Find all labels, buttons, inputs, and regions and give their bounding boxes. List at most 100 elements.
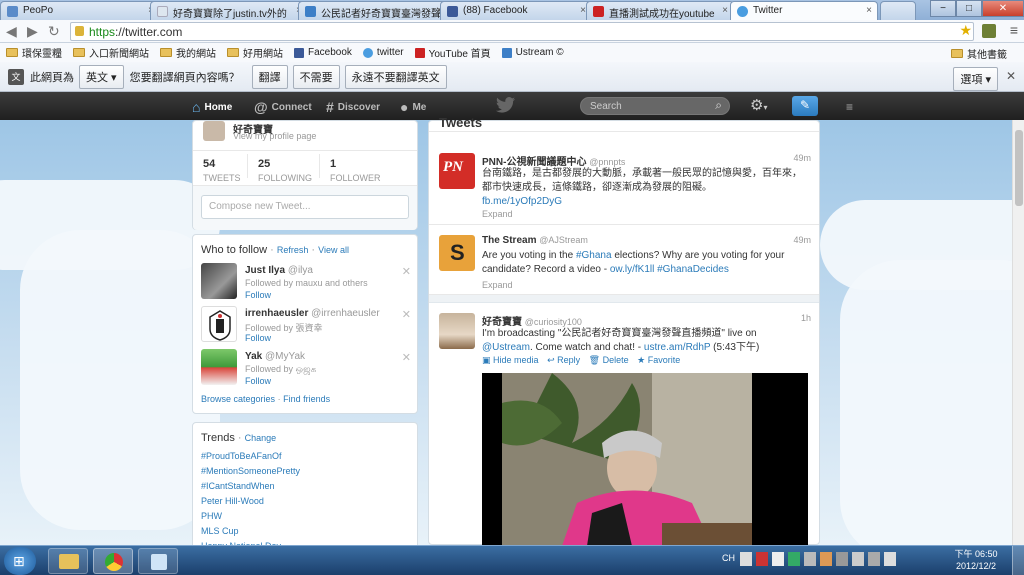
search-input[interactable]: Search ⌕ — [580, 97, 730, 115]
avatar[interactable] — [203, 121, 225, 141]
trend-item[interactable]: #ICantStandWhen — [201, 481, 275, 491]
gear-icon[interactable]: ⚙▾ — [750, 96, 767, 114]
tray-app-icon[interactable] — [756, 552, 768, 566]
media-video[interactable] — [482, 373, 808, 546]
translate-options-button[interactable]: 選項 ▾ — [953, 67, 998, 91]
favorite-button[interactable]: ★ Favorite — [637, 355, 680, 365]
tweet-time[interactable]: 49m — [793, 153, 811, 163]
forward-arrow-icon[interactable]: ▶ — [27, 23, 38, 40]
compose-tweet-input[interactable]: Compose new Tweet... — [201, 195, 409, 219]
compose-tweet-button[interactable]: ✎ — [792, 96, 818, 116]
tweet-item[interactable]: PN PNN-公視新聞議題中心 @pnnpts 49m 台南鐵路，是古都發展的大… — [429, 143, 819, 225]
avatar[interactable]: PN — [439, 153, 475, 189]
user-name[interactable]: Yak @MyYak — [245, 351, 305, 362]
trend-item[interactable]: #ProudToBeAFanOf — [201, 451, 282, 461]
view-all-link[interactable]: View all — [318, 245, 349, 255]
reload-icon[interactable]: ↻ — [48, 23, 60, 40]
bookmark-folder[interactable]: 環保靈糧 — [6, 45, 62, 60]
trend-item[interactable]: Peter Hill-Wood — [201, 496, 264, 506]
volume-icon[interactable] — [884, 552, 896, 566]
stat-followers[interactable]: 1 FOLLOWER — [330, 158, 381, 183]
language-select[interactable]: 英文 ▾ — [79, 64, 124, 89]
tweet-author[interactable]: PNN-公視新聞議題中心 @pnnpts — [482, 153, 625, 168]
extension-icon[interactable] — [982, 24, 996, 38]
maximize-button[interactable]: □ — [956, 0, 982, 17]
twitter-bird-icon[interactable] — [496, 96, 516, 114]
trend-item[interactable]: #MentionSomeonePretty — [201, 466, 300, 476]
tab-peopo[interactable]: PeoPo × — [0, 1, 160, 20]
tweet-time[interactable]: 49m — [793, 235, 811, 245]
start-button[interactable]: ⊞ — [4, 547, 36, 575]
tab-twitter[interactable]: Twitter × — [730, 1, 878, 20]
tray-app-icon[interactable] — [772, 552, 784, 566]
follow-link[interactable]: Follow — [245, 376, 271, 386]
tweet-item[interactable]: S The Stream @AJStream 49m Are you votin… — [429, 225, 819, 295]
expand-link[interactable]: Expand — [482, 209, 513, 219]
search-icon[interactable]: ⌕ — [715, 98, 722, 113]
change-trends-link[interactable]: Change — [245, 433, 277, 443]
reply-button[interactable]: ↩ Reply — [547, 355, 580, 365]
tab-justin[interactable]: 好奇寶寶除了justin.tv外的 × — [150, 1, 308, 20]
dismiss-icon[interactable]: ✕ — [402, 351, 411, 364]
view-profile-link[interactable]: View my profile page — [233, 131, 316, 141]
tweet-time[interactable]: 1h — [801, 313, 811, 323]
avatar[interactable] — [201, 349, 237, 385]
chrome-taskbar-button[interactable] — [93, 548, 133, 574]
bookmark-folder[interactable]: 好用網站 — [227, 45, 283, 60]
bookmark-facebook[interactable]: Facebook — [294, 47, 352, 58]
close-tab-icon[interactable]: × — [866, 5, 872, 16]
stat-following[interactable]: 25 FOLLOWING — [258, 158, 312, 183]
dismiss-icon[interactable]: ✕ — [402, 265, 411, 278]
bookmark-folder[interactable]: 我的網站 — [160, 45, 216, 60]
nav-connect[interactable]: @ Connect — [254, 99, 312, 115]
tab-youtube[interactable]: 直播測試成功在youtube × — [586, 1, 734, 20]
expand-link[interactable]: Expand — [482, 280, 513, 290]
stat-tweets[interactable]: 54 TWEETS — [203, 158, 241, 183]
bookmark-star-icon[interactable]: ★ — [959, 22, 972, 39]
scrollbar-thumb[interactable] — [1015, 130, 1023, 206]
hashtag-link[interactable]: #Ghana — [576, 250, 612, 261]
no-translate-button[interactable]: 不需要 — [292, 64, 340, 89]
close-window-button[interactable]: ✕ — [982, 0, 1024, 17]
tweet-author[interactable]: 好奇寶寶 @curiosity100 — [482, 313, 582, 328]
ime-icon[interactable] — [740, 552, 752, 566]
clock[interactable]: 下午 06:50 2012/12/2 — [948, 548, 1004, 572]
bookmark-ustream[interactable]: Ustream © — [501, 47, 564, 58]
avatar[interactable] — [201, 263, 237, 299]
flag-icon[interactable] — [852, 552, 864, 566]
tray-app-icon[interactable] — [836, 552, 848, 566]
close-icon[interactable]: ✕ — [1006, 69, 1016, 83]
user-name[interactable]: Just Ilya @ilya — [245, 265, 313, 276]
avatar[interactable] — [201, 306, 237, 342]
wrench-menu-icon[interactable]: ≡ — [1010, 22, 1018, 38]
translate-button[interactable]: 翻譯 — [251, 64, 288, 89]
tweet-item[interactable]: 好奇寶寶 @curiosity100 1h I'm broadcasting "… — [429, 303, 819, 546]
delete-button[interactable]: 🗑 Delete — [589, 355, 629, 365]
avatar[interactable] — [439, 313, 475, 349]
show-desktop-button[interactable] — [1012, 546, 1024, 575]
bookmark-twitter[interactable]: twitter — [362, 47, 404, 58]
back-arrow-icon[interactable]: ◀ — [6, 23, 17, 40]
nav-home[interactable]: ⌂ Home — [183, 92, 243, 120]
tab-facebook[interactable]: (88) Facebook × — [440, 1, 592, 20]
user-name[interactable]: irrenhaeusler @irrenhaeusler — [245, 308, 380, 319]
find-friends-link[interactable]: Find friends — [283, 394, 330, 404]
nav-discover[interactable]: # Discover — [326, 99, 380, 115]
suggested-user[interactable]: irrenhaeusler @irrenhaeusler Followed by… — [201, 306, 411, 346]
avatar[interactable]: S — [439, 235, 475, 271]
never-translate-button[interactable]: 永遠不要翻譯英文 — [344, 64, 447, 89]
network-icon[interactable] — [868, 552, 880, 566]
page-scrollbar[interactable] — [1012, 120, 1024, 545]
refresh-link[interactable]: Refresh — [277, 245, 309, 255]
dismiss-icon[interactable]: ✕ — [402, 308, 411, 321]
nav-me[interactable]: ● Me — [400, 99, 426, 115]
hide-media-button[interactable]: ▣ Hide media — [482, 355, 539, 365]
tray-app-icon[interactable] — [788, 552, 800, 566]
bookmark-youtube[interactable]: YouTube 首頁 — [414, 45, 491, 60]
browse-categories-link[interactable]: Browse categories — [201, 394, 275, 404]
suggested-user[interactable]: Just Ilya @ilya Followed by mauxu and ot… — [201, 263, 411, 303]
tab-ustream-channel[interactable]: 公民記者好奇寶寶臺灣發聲 × — [298, 1, 448, 20]
follow-link[interactable]: Follow — [245, 290, 271, 300]
other-bookmarks[interactable]: 其他書籤 — [951, 46, 1007, 61]
close-tab-icon[interactable]: × — [722, 5, 728, 16]
